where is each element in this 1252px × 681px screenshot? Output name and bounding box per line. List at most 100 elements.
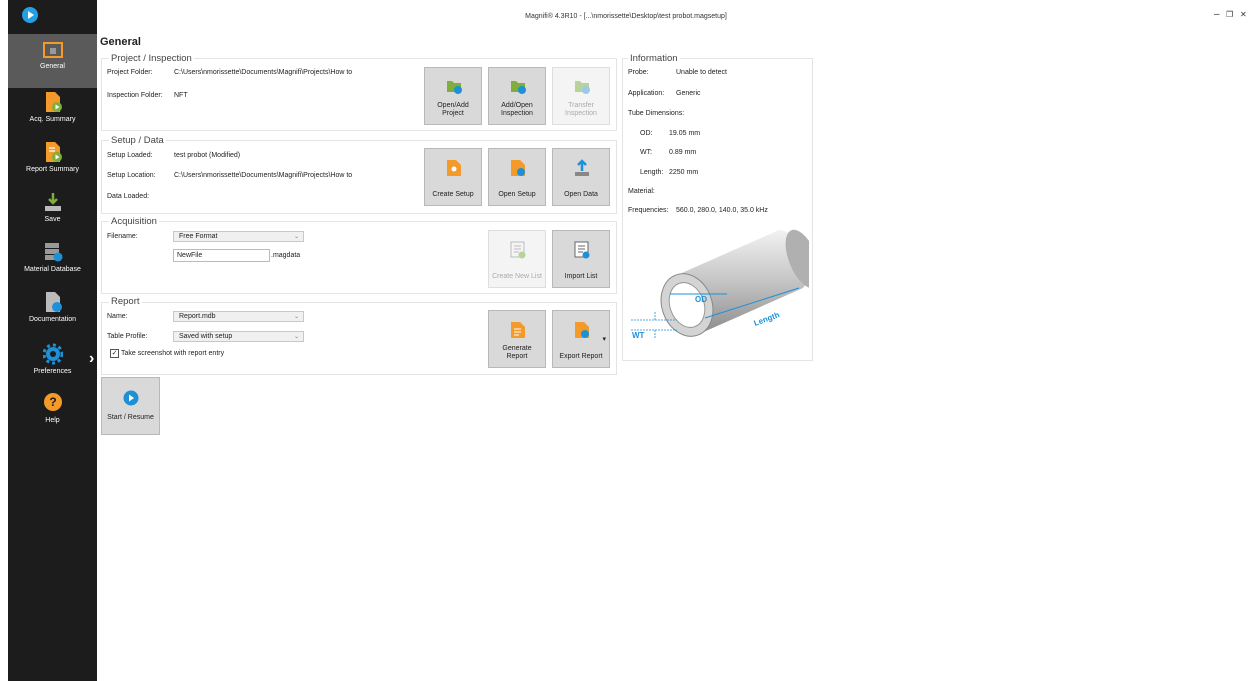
setup-location-label: Setup Location: (107, 172, 156, 179)
dropdown-arrow-icon[interactable]: ▾ (602, 335, 606, 343)
probe-label: Probe: (628, 69, 649, 76)
title-bar: Magnifi® 4.3R10 - [...\nmorissette\Deskt… (0, 0, 1252, 34)
probe-value: Unable to detect (676, 69, 727, 76)
diagram-wt-label: WT (632, 331, 645, 340)
minimize-button[interactable]: – (1214, 9, 1220, 20)
sidebar-item-label: Help (45, 417, 60, 424)
save-icon (44, 193, 61, 211)
tube-dimensions-label: Tube Dimensions: (628, 110, 685, 117)
chevron-down-icon: ⌄ (293, 234, 299, 240)
btn-line: Create New List (492, 273, 542, 280)
sidebar-item-general[interactable]: General (8, 34, 97, 88)
chevron-down-icon: ⌄ (293, 314, 299, 320)
report-panel-title: Report (109, 296, 142, 307)
sidebar-item-material-database[interactable]: Material Database (8, 241, 97, 281)
sidebar-item-documentation[interactable]: Documentation (8, 291, 97, 331)
btn-line: Report (506, 353, 528, 360)
add-open-inspection-button[interactable]: Add/Open Inspection (488, 67, 546, 125)
filename-input[interactable]: NewFile (173, 249, 270, 262)
start-resume-button[interactable]: Start / Resume (101, 377, 160, 435)
btn-line: Generate (502, 345, 532, 352)
acq-summary-icon (45, 92, 62, 112)
start-resume-label: Start / Resume (107, 414, 154, 421)
svg-text:?: ? (49, 395, 56, 409)
application-value: Generic (676, 90, 701, 97)
btn-line: Open Setup (498, 191, 536, 198)
create-list-icon (510, 241, 526, 259)
table-profile-label: Table Profile: (107, 333, 148, 340)
application-label: Application: (628, 90, 665, 97)
app-logo-icon (22, 7, 38, 23)
project-folder-label: Project Folder: (107, 69, 153, 76)
btn-line: Export Report (559, 353, 603, 360)
open-data-button[interactable]: Open Data (552, 148, 610, 206)
wt-label: WT: (640, 149, 653, 156)
btn-line: Inspection (565, 110, 597, 117)
sidebar-item-help[interactable]: ? Help (8, 392, 97, 432)
page-title: General (100, 36, 141, 48)
sidebar-item-label: General (40, 63, 65, 70)
close-button[interactable]: ✕ (1240, 10, 1247, 19)
play-icon (123, 390, 139, 406)
setup-loaded-value: test probot (Modified) (174, 152, 241, 159)
btn-line: Inspection (501, 110, 533, 117)
report-name-value: Report.mdb (179, 313, 216, 320)
home-icon (42, 42, 63, 58)
report-summary-icon (45, 142, 62, 162)
inspection-folder-label: Inspection Folder: (107, 92, 163, 99)
information-panel-title: Information (628, 53, 680, 64)
sidebar-item-label: Documentation (28, 316, 77, 323)
open-add-project-button[interactable]: Open/Add Project (424, 67, 482, 125)
documentation-icon (45, 292, 62, 312)
generate-report-button[interactable]: Generate Report (488, 310, 546, 368)
setup-location-value: C:\Users\nmorissette\Documents\Magnifi\P… (174, 172, 353, 179)
sidebar-item-report-summary[interactable]: Report Summary (8, 141, 97, 181)
wt-value: 0.89 mm (669, 149, 697, 156)
create-new-list-button[interactable]: Create New List (488, 230, 546, 288)
window-title: Magnifi® 4.3R10 - [...\nmorissette\Deskt… (525, 13, 727, 20)
sidebar-item-preferences[interactable]: Preferences (8, 343, 97, 383)
od-value: 19.05 mm (669, 130, 701, 137)
export-report-icon (575, 322, 589, 338)
material-label: Material: (628, 188, 655, 195)
filename-label: Filename: (107, 233, 138, 240)
btn-line: Transfer (568, 102, 594, 109)
sidebar-item-acq-summary[interactable]: Acq. Summary (8, 91, 97, 131)
diagram-length-label: Length (753, 310, 781, 328)
export-report-button[interactable]: ▾ Export Report (552, 310, 610, 368)
btn-line: Import List (564, 273, 598, 280)
od-label: OD: (640, 130, 653, 137)
create-setup-button[interactable]: Create Setup (424, 148, 482, 206)
sidebar-item-save[interactable]: Save (8, 191, 97, 231)
screenshot-checkbox-label: Take screenshot with report entry (121, 350, 225, 357)
import-list-button[interactable]: Import List (552, 230, 610, 288)
transfer-inspection-button[interactable]: Transfer Inspection (552, 67, 610, 125)
table-profile-select[interactable]: Saved with setup ⌄ (173, 331, 304, 342)
sidebar-item-label: Acq. Summary (29, 116, 76, 123)
report-name-label: Name: (107, 313, 128, 320)
acquisition-panel-title: Acquisition (109, 216, 159, 227)
length-value: 2250 mm (669, 169, 699, 176)
sidebar-item-label: Report Summary (26, 166, 79, 173)
frequencies-label: Frequencies: (628, 207, 669, 214)
restore-button[interactable]: ❐ (1226, 10, 1233, 19)
help-icon: ? (43, 393, 62, 411)
inspection-folder-value: NFT (174, 92, 188, 99)
screenshot-checkbox[interactable]: ✓ (110, 349, 119, 358)
import-list-icon (574, 241, 590, 259)
setup-panel-title: Setup / Data (109, 135, 166, 146)
report-name-select[interactable]: Report.mdb ⌄ (173, 311, 304, 322)
filename-format-select[interactable]: Free Format ⌄ (173, 231, 304, 242)
frequencies-value: 560.0, 280.0, 140.0, 35.0 kHz (676, 207, 768, 214)
length-label: Length: (640, 169, 664, 176)
create-setup-icon (447, 160, 461, 176)
expand-sidebar-chevron-icon[interactable]: › (89, 350, 94, 368)
database-icon (44, 243, 62, 262)
filename-extension: .magdata (271, 252, 301, 259)
sidebar-item-label: Material Database (24, 266, 81, 273)
open-data-icon (575, 159, 589, 176)
open-setup-icon (511, 160, 525, 176)
open-setup-button[interactable]: Open Setup (488, 148, 546, 206)
project-folder-value: C:\Users\nmorissette\Documents\Magnifi\P… (174, 69, 353, 76)
gear-icon (42, 343, 63, 365)
